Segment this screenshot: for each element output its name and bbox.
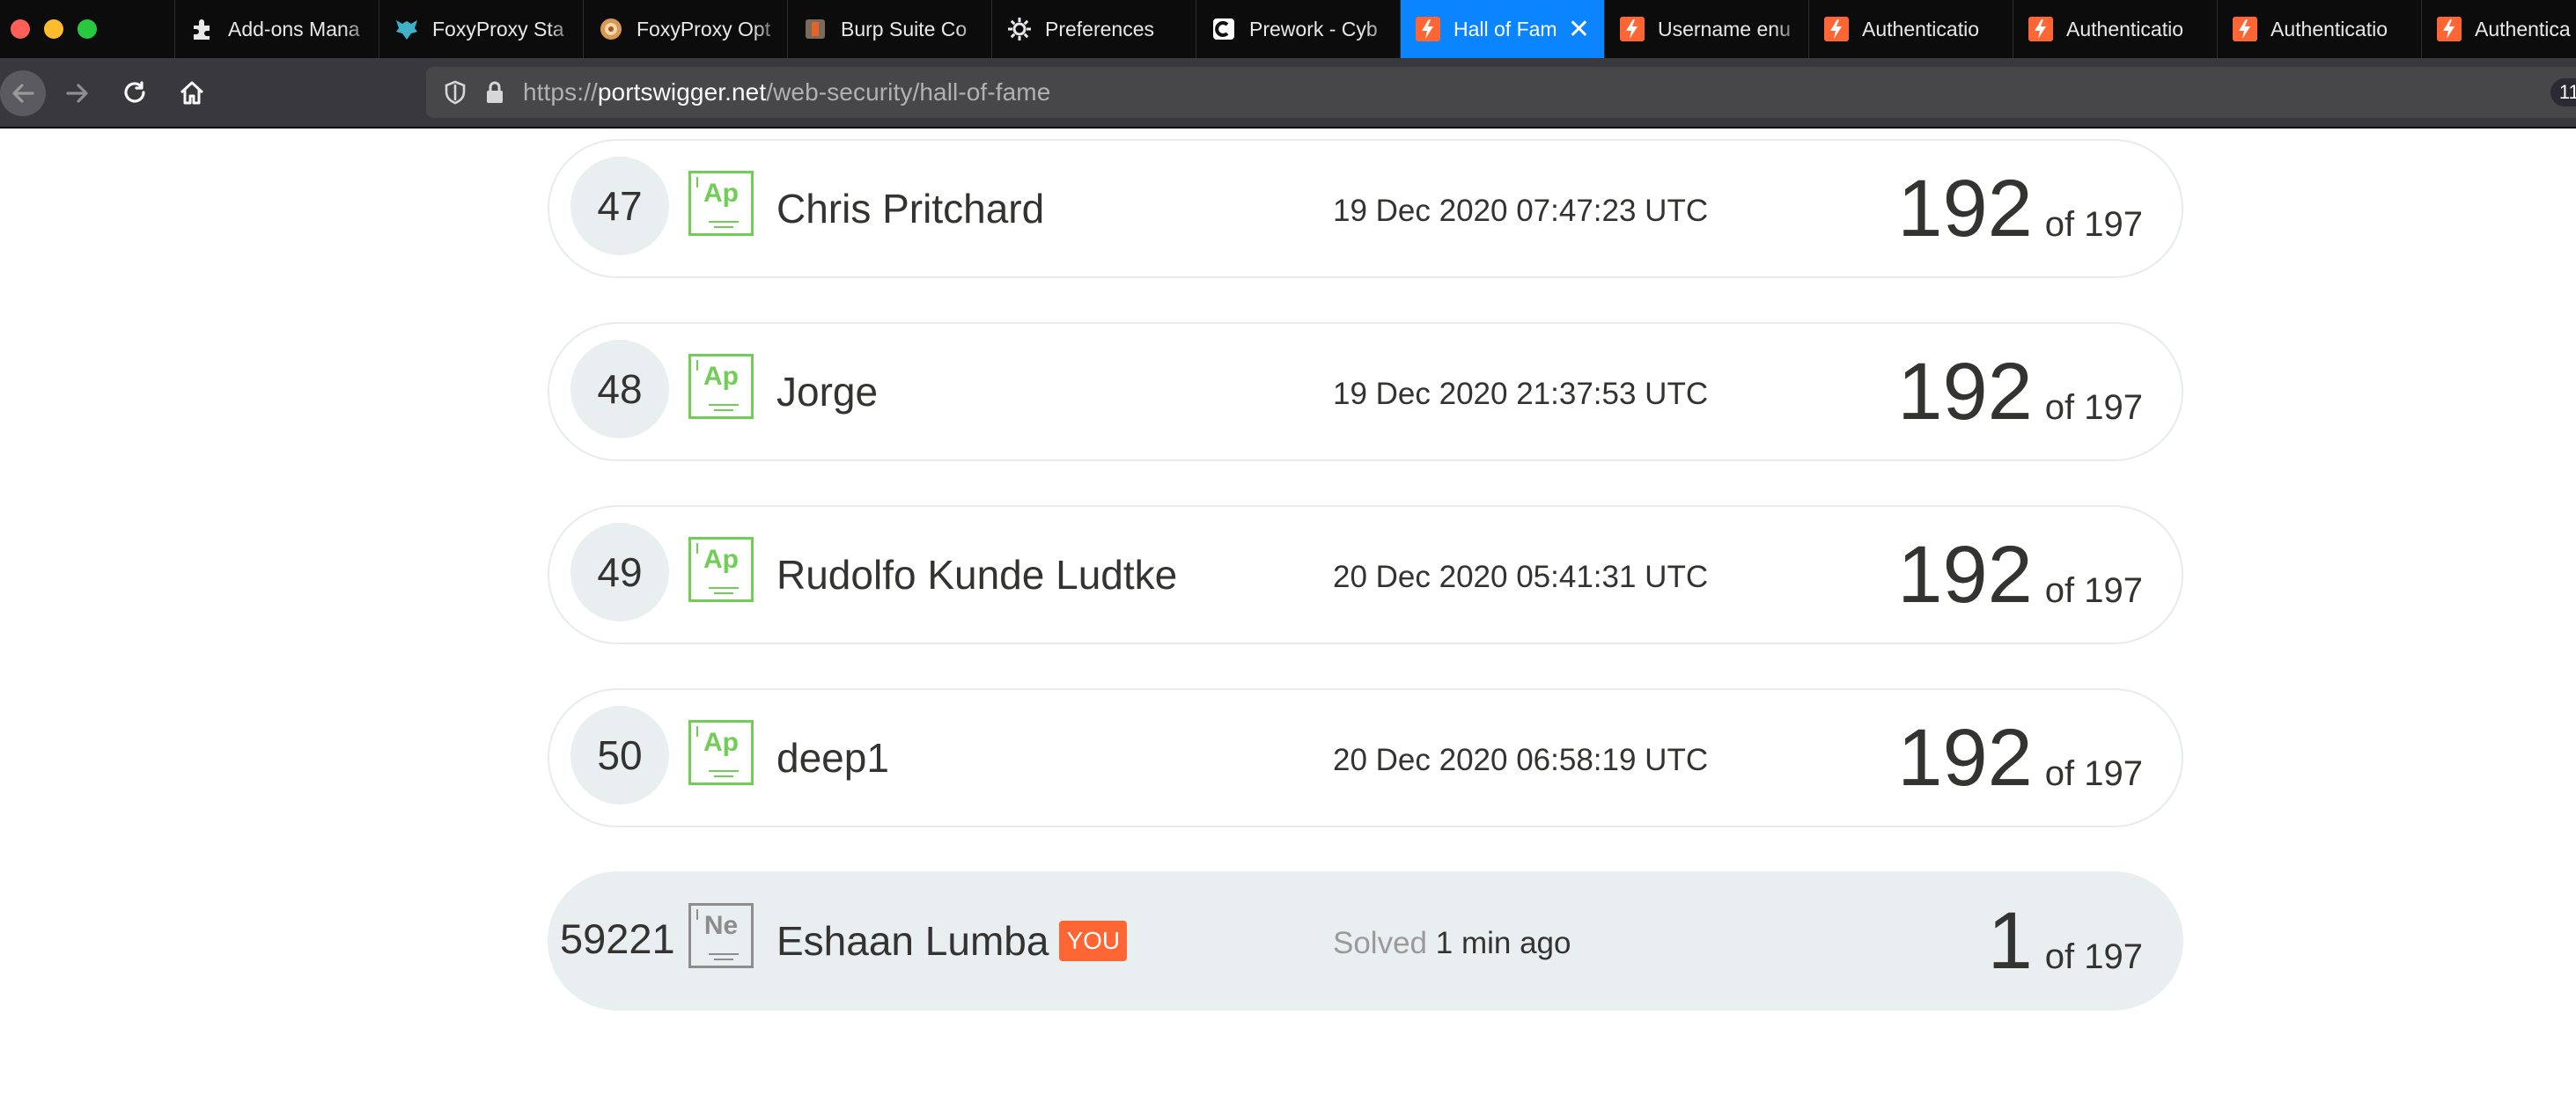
gear-icon <box>1006 16 1033 42</box>
score-solved: 192 <box>1897 713 2033 803</box>
solved-label: Solved <box>1333 926 1428 960</box>
score: 192 of 197 <box>1897 160 2143 257</box>
leaderboard-row: 49 Ap Rudolfo Kunde Ludtke 20 Dec 2020 0… <box>548 505 2183 644</box>
forward-button[interactable] <box>55 70 100 116</box>
user-name: Rudolfo Kunde Ludtke <box>776 552 1178 598</box>
badge-symbol: Ap <box>703 545 739 574</box>
badge-symbol: Ap <box>703 179 739 208</box>
score: 192 of 197 <box>1897 526 2143 623</box>
tab-foxyproxy-status[interactable]: FoxyProxy Sta <box>379 0 583 58</box>
score-total: of 197 <box>2044 205 2143 244</box>
score-total: of 197 <box>2044 388 2143 427</box>
tab-authentication-1[interactable]: Authenticatio <box>1808 0 2013 58</box>
tab-label: Authentica <box>2475 17 2571 40</box>
tab-authentication-2[interactable]: Authenticatio <box>2013 0 2217 58</box>
user-name: Jorge <box>776 369 879 415</box>
badge-symbol: Ne <box>703 911 739 940</box>
lock-icon[interactable] <box>484 80 505 105</box>
score-solved: 192 <box>1897 530 2033 620</box>
puzzle-icon <box>189 16 216 42</box>
score: 192 of 197 <box>1897 343 2143 440</box>
badge-symbol: Ap <box>703 362 739 391</box>
url-text: https://portswigger.net/web-security/hal… <box>523 78 1051 106</box>
rank-number: 50 <box>570 706 669 804</box>
completion-date: 19 Dec 2020 07:47:23 UTC <box>1333 194 1709 228</box>
score: 1 of 197 <box>1988 893 2143 989</box>
score-solved: 192 <box>1897 164 2033 253</box>
tracking-shield-icon[interactable] <box>444 80 467 105</box>
reload-icon <box>124 81 145 103</box>
score-total: of 197 <box>2044 937 2143 976</box>
burp-icon <box>802 16 828 42</box>
score-solved: 1 <box>1987 896 2033 986</box>
back-arrow-icon <box>12 84 34 103</box>
leaderboard-row: 48 Ap Jorge 19 Dec 2020 21:37:53 UTC 192… <box>548 322 2183 461</box>
completion-date: 19 Dec 2020 21:37:53 UTC <box>1333 377 1709 411</box>
user-name-text: Eshaan Lumba <box>776 918 1049 964</box>
foxyproxy-icon <box>394 16 420 42</box>
tab-burp-suite[interactable]: Burp Suite Co <box>787 0 991 58</box>
tab-prework[interactable]: Prework - Cyb <box>1196 0 1400 58</box>
current-user-row: 59221 Ne Eshaan Lumba YOU Solved 1 min ag… <box>548 871 2183 1010</box>
solved-time-value: 1 min ago <box>1435 926 1571 960</box>
you-badge: YOU <box>1059 921 1128 961</box>
back-button[interactable] <box>0 70 46 116</box>
minimize-window-button[interactable] <box>44 19 63 39</box>
score-total: of 197 <box>2044 571 2143 610</box>
score: 192 of 197 <box>1897 709 2143 806</box>
completion-date: 20 Dec 2020 06:58:19 UTC <box>1333 743 1709 777</box>
badge-symbol: Ap <box>703 728 739 757</box>
navigation-toolbar: https://portswigger.net/web-security/hal… <box>0 58 2576 129</box>
level-badge: Ap <box>688 537 754 602</box>
level-badge: Ap <box>688 354 754 419</box>
rank-number: 48 <box>570 340 669 438</box>
tab-preferences[interactable]: Preferences <box>991 0 1196 58</box>
reload-button[interactable] <box>113 70 158 116</box>
tab-hall-of-fame[interactable]: Hall of Fam ✕ <box>1400 0 1604 58</box>
close-window-button[interactable] <box>11 19 30 39</box>
close-tab-icon[interactable]: ✕ <box>1568 14 1590 45</box>
level-badge: Ap <box>688 720 754 785</box>
user-name: Chris Pritchard <box>776 186 1045 231</box>
portswigger-icon <box>2232 16 2258 42</box>
portswigger-icon <box>2436 16 2462 42</box>
tab-addons[interactable]: Add-ons Mana <box>174 0 379 58</box>
tab-label: Hall of Fam <box>1454 17 1557 40</box>
user-name: deep1 <box>776 735 889 781</box>
window-controls <box>0 0 174 58</box>
tab-bar: Add-ons Mana FoxyProxy Sta FoxyProxy Opt… <box>0 0 2576 58</box>
leaderboard-row: 50 Ap deep1 20 Dec 2020 06:58:19 UTC 192… <box>548 688 2183 827</box>
portswigger-icon <box>1415 16 1441 42</box>
completion-date: 20 Dec 2020 05:41:31 UTC <box>1333 560 1709 594</box>
tab-authentication-3[interactable]: Authenticatio <box>2217 0 2421 58</box>
portswigger-icon <box>2028 16 2054 42</box>
foxyproxy-icon <box>598 16 624 42</box>
rank-number: 47 <box>570 157 669 255</box>
url-bar[interactable]: https://portswigger.net/web-security/hal… <box>426 67 2576 118</box>
tab-username-enum[interactable]: Username enu <box>1604 0 1808 58</box>
portswigger-icon <box>1823 16 1850 42</box>
leaderboard-row: 47 Ap Chris Pritchard 19 Dec 2020 07:47:… <box>548 139 2183 278</box>
solved-time: Solved 1 min ago <box>1333 926 1571 961</box>
forward-arrow-icon <box>66 84 88 103</box>
home-icon <box>180 81 204 105</box>
zoom-level-button[interactable]: 110 <box>2550 78 2576 107</box>
zoom-window-button[interactable] <box>77 19 97 39</box>
portswigger-icon <box>1619 16 1645 42</box>
codepath-icon <box>1211 16 1237 42</box>
rank-number: 59221 <box>560 915 675 962</box>
level-badge: Ne <box>688 903 754 968</box>
level-badge: Ap <box>688 171 754 236</box>
tab-authentication-4[interactable]: Authentica <box>2421 0 2576 58</box>
rank-number: 49 <box>570 523 669 621</box>
user-name: Eshaan Lumba YOU <box>776 917 1128 965</box>
score-total: of 197 <box>2044 754 2143 793</box>
tab-foxyproxy-options[interactable]: FoxyProxy Opt <box>583 0 787 58</box>
home-button[interactable] <box>169 70 215 116</box>
score-solved: 192 <box>1897 347 2033 437</box>
